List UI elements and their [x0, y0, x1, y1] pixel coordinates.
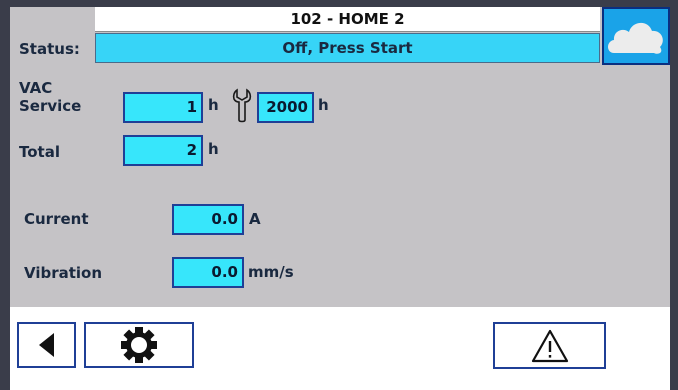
- frame-left: [0, 0, 10, 390]
- back-arrow-icon: [38, 333, 54, 357]
- vac-service-label: VAC Service: [19, 79, 81, 115]
- current-label: Current: [24, 210, 89, 228]
- vibration-field[interactable]: 0.0: [172, 257, 244, 288]
- frame-top: [0, 0, 678, 7]
- wrench-icon: [230, 88, 254, 128]
- back-button[interactable]: [17, 322, 76, 368]
- vac-label-line2: Service: [19, 97, 82, 115]
- vibration-label: Vibration: [24, 264, 103, 282]
- vibration-unit: mm/s: [248, 263, 294, 281]
- gear-icon: [121, 327, 157, 363]
- cloud-icon: [608, 22, 663, 54]
- current-unit: A: [249, 210, 261, 228]
- current-field[interactable]: 0.0: [172, 204, 244, 235]
- service-interval-field[interactable]: 2000: [257, 92, 314, 123]
- status-label: Status:: [19, 40, 80, 58]
- cloud-status-button[interactable]: [602, 7, 670, 65]
- status-field[interactable]: Off, Press Start: [95, 33, 600, 63]
- vac-hours-field[interactable]: 1: [123, 92, 203, 123]
- total-label: Total: [19, 143, 60, 161]
- total-hours-field[interactable]: 2: [123, 135, 203, 166]
- warning-icon: [531, 329, 568, 362]
- total-hours-unit: h: [208, 140, 219, 158]
- settings-button[interactable]: [84, 322, 194, 368]
- service-interval-unit: h: [318, 96, 329, 114]
- page-title: 102 - HOME 2: [95, 7, 600, 32]
- hmi-screen: 102 - HOME 2 Status: Off, Press Start VA…: [0, 0, 678, 390]
- vac-label-line1: VAC: [19, 79, 53, 97]
- frame-right: [670, 0, 678, 390]
- alarm-button[interactable]: [493, 322, 606, 369]
- vac-hours-unit: h: [208, 96, 219, 114]
